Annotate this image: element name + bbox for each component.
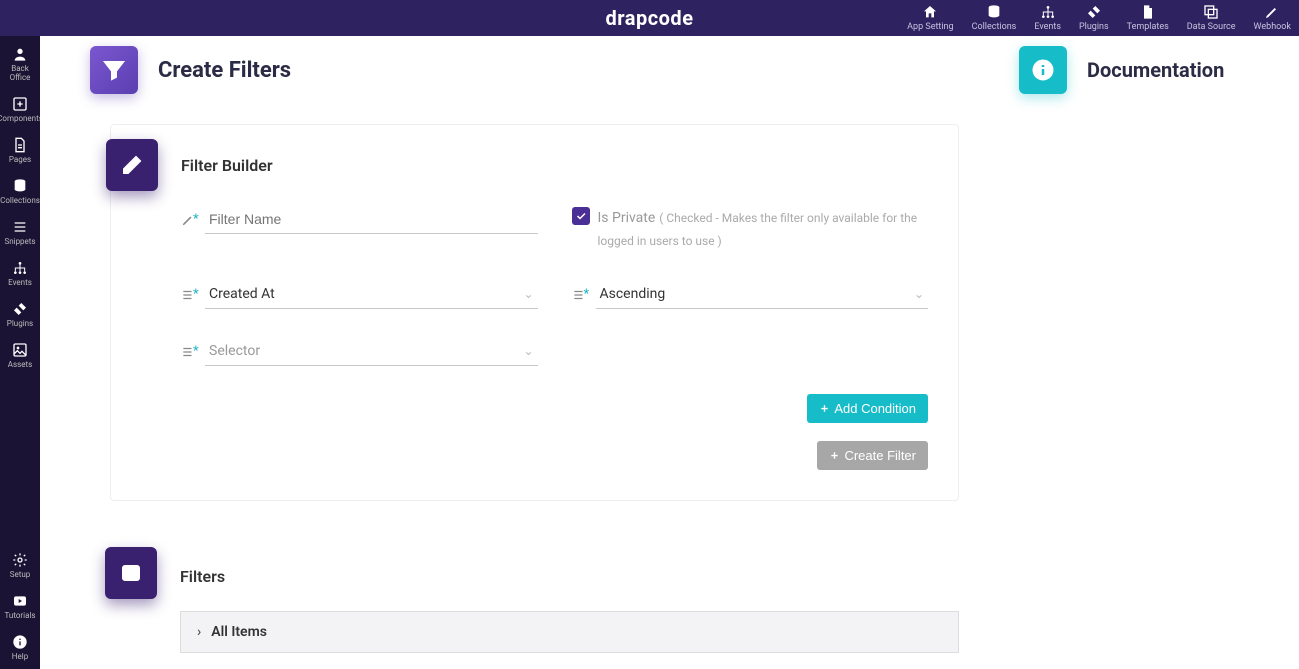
documentation-title: Documentation [1087,58,1224,82]
sort-field-select-wrap: * Created At ⌄ [181,280,538,309]
list-icon-badge [105,547,157,599]
check-icon [575,210,587,222]
user-icon [12,46,28,62]
menu-icon [12,219,28,235]
top-navbar: drapcode App Setting Collections Events … [0,0,1299,36]
document-icon [12,137,28,153]
tools-icon [12,301,28,317]
pen-icon [1264,4,1280,20]
logo: drapcode [606,6,694,30]
topnav-plugins[interactable]: Plugins [1079,4,1109,32]
database-icon [986,4,1002,20]
page-title: Create Filters [158,58,291,83]
sidenav-setup[interactable]: Setup [0,546,40,587]
sidenav-help[interactable]: Help [0,628,40,669]
tools-icon [1086,4,1102,20]
home-icon [922,4,938,20]
image-icon [12,342,28,358]
sort-direction-select[interactable]: Ascending ⌄ [596,280,929,309]
sort-direction-select-wrap: * Ascending ⌄ [572,280,929,309]
database-icon [12,178,28,194]
sidenav-collections[interactable]: Collections [0,172,40,213]
copy-icon [1203,4,1219,20]
page-header: Create Filters [90,46,969,94]
topnav-data-source[interactable]: Data Source [1187,4,1236,32]
sidenav-components[interactable]: Components [0,90,40,131]
edit-icon-badge [106,139,158,191]
list-icon [119,561,143,585]
sidenav-pages[interactable]: Pages [0,131,40,172]
sidenav-snippets[interactable]: Snippets [0,213,40,254]
create-filter-button[interactable]: Create Filter [817,441,928,470]
sidenav-plugins[interactable]: Plugins [0,295,40,336]
chevron-down-icon: ⌄ [914,287,924,301]
add-condition-button[interactable]: Add Condition [807,394,928,423]
topnav-templates[interactable]: Templates [1127,4,1169,32]
topnav-collections[interactable]: Collections [972,4,1017,32]
is-private-label: Is Private [598,210,656,226]
sitemap-icon [1040,4,1056,20]
topnav-webhook[interactable]: Webhook [1254,4,1291,32]
chevron-down-icon: ⌄ [523,344,533,358]
topnav-app-setting[interactable]: App Setting [907,4,953,32]
plus-icon [819,403,830,414]
chevron-down-icon: ⌄ [523,287,533,301]
filter-icon [102,58,126,82]
filter-name-input[interactable] [205,205,538,234]
topnav-events[interactable]: Events [1034,4,1061,32]
filter-builder-card: Filter Builder * Is Private ( Checked - … [110,124,959,501]
filter-icon-badge [90,46,138,94]
sidenav-events[interactable]: Events [0,254,40,295]
sort-field-select[interactable]: Created At ⌄ [205,280,538,309]
chevron-right-icon: › [197,624,201,640]
info-icon [1031,58,1055,82]
documentation-panel: Documentation [999,36,1299,669]
main-content: Create Filters Filter Builder * [40,36,1299,669]
sidenav-tutorials[interactable]: Tutorials [0,587,40,628]
selector-select-wrap: * Selector ⌄ [181,337,538,366]
plus-square-icon [12,96,28,112]
filters-section-title: Filters [180,567,225,586]
plus-icon [829,450,840,461]
filters-section: Filters › All Items [110,541,959,653]
sidenav-back-office[interactable]: Back Office [0,40,40,90]
sidenav-assets[interactable]: Assets [0,336,40,377]
gear-icon [12,552,28,568]
filter-name-field: * [181,205,538,234]
edit-icon [120,153,144,177]
side-navbar: Back Office Components Pages Collections… [0,36,40,669]
info-icon-badge [1019,46,1067,94]
is-private-checkbox[interactable] [572,207,590,225]
sitemap-icon [12,260,28,276]
builder-title: Filter Builder [181,156,273,175]
is-private-field: Is Private ( Checked - Makes the filter … [572,205,929,252]
file-icon [1140,4,1156,20]
info-icon [12,634,28,650]
selector-select[interactable]: Selector ⌄ [205,337,538,366]
play-icon [12,593,28,609]
filters-accordion-all-items[interactable]: › All Items [180,611,959,653]
